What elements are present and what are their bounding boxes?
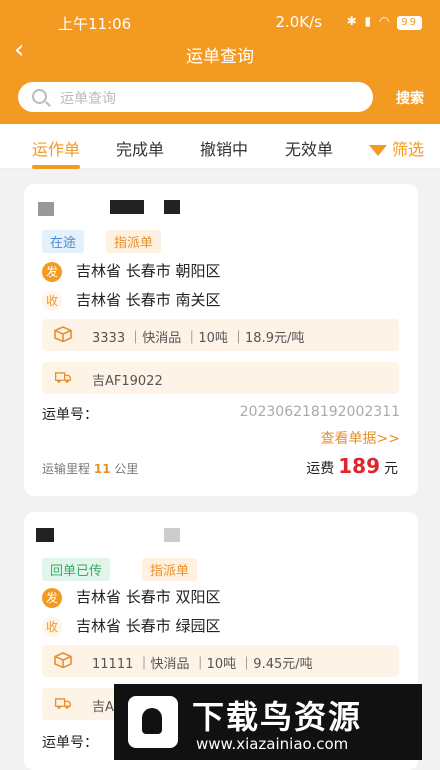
view-documents-link[interactable]: 查看单据>> [321,428,400,448]
filter-label: 筛选 [391,140,424,159]
origin-icon: 发 [42,261,62,282]
order-card[interactable]: 在途 指派单 发吉林省 长春市 朝阳区 收吉林省 长春市 南关区 3333 ｜快… [24,184,418,496]
status-badge: 回单已传 [42,558,111,581]
wifi-icon: ◠ [378,14,392,28]
filter-button[interactable]: 筛选 [368,136,424,160]
fee-unit: 元 [384,461,398,477]
assign-badge: 指派单 [142,558,198,581]
status-bar: 上午11:06 2.0K/s ✱ ▮ ◠ 99 [0,8,440,33]
mileage-label: 运输里程 [42,462,91,476]
bird-logo-icon [128,696,178,748]
nav-bar: ‹ 运单查询 [0,36,440,67]
destination-row: 收吉林省 长春市 南关区 [42,289,221,311]
redacted-block [164,528,180,542]
assign-badge: 指派单 [106,230,162,253]
bluetooth-icon: ✱ [346,14,359,28]
goods-info: 11111 ｜快消品 ｜10吨 ｜9.45元/吨 [92,657,313,672]
page-title: 运单查询 [186,47,254,67]
mileage-value: 11 [93,462,111,476]
truck-icon [54,698,72,709]
fee: 运费 189 元 [306,454,398,478]
watermark-url: www.xiazainiao.com [196,735,349,753]
watermark-title: 下载鸟资源 [192,698,363,736]
status-icons: ✱ ▮ ◠ 99 [347,14,422,30]
funnel-icon [368,145,387,156]
redacted-block [164,200,180,214]
search-input[interactable]: 运单查询 [18,82,373,112]
tab-completed[interactable]: 完成单 [116,136,164,160]
fee-value: 189 [338,454,380,478]
tab-invalid[interactable]: 无效单 [285,136,333,160]
waybill-label: 运单号： [42,407,98,423]
origin-address: 吉林省 长春市 双阳区 [76,588,221,606]
box-icon [54,652,72,668]
goods-row: 3333 ｜快消品 ｜10吨 ｜18.9元/吨 [42,319,399,351]
tab-cancelling[interactable]: 撤销中 [200,136,248,160]
origin-address: 吉林省 长春市 朝阳区 [76,262,221,280]
app-header: 上午11:06 2.0K/s ✱ ▮ ◠ 99 ‹ 运单查询 运单查询 搜索 [0,0,440,124]
box-icon [54,326,72,342]
battery-icon: 99 [397,16,422,30]
origin-row: 发吉林省 长春市 双阳区 [42,586,221,608]
destination-address: 吉林省 长春市 绿园区 [76,617,221,635]
search-button[interactable]: 搜索 [396,88,424,108]
watermark-logo: 下载鸟资源 www.xiazainiao.com [114,684,422,760]
network-speed: 2.0K/s [275,13,322,31]
destination-address: 吉林省 长春市 南关区 [76,291,221,309]
redacted-block [38,202,54,216]
status-tabs: 运作单 完成单 撤销中 无效单 筛选 [0,124,440,169]
status-badge: 在途 [42,230,85,253]
goods-row: 11111 ｜快消品 ｜10吨 ｜9.45元/吨 [42,645,399,677]
plate-number: 吉AF19022 [92,374,163,389]
redacted-block [36,528,54,542]
origin-row: 发吉林省 长春市 朝阳区 [42,260,221,282]
search-icon [32,89,47,104]
origin-icon: 发 [42,587,62,608]
status-time: 上午11:06 [58,15,132,33]
signal-icon: ▮ [364,14,374,28]
search-placeholder: 运单查询 [60,91,116,107]
fee-label: 运费 [306,461,335,477]
plate-number: 吉A [92,700,114,715]
redacted-block [110,200,144,214]
waybill-number: 20230621819200231​1 [239,404,400,420]
waybill-label: 运单号： [42,735,98,751]
destination-icon: 收 [42,616,62,637]
destination-row: 收吉林省 长春市 绿园区 [42,615,221,637]
goods-info: 3333 ｜快消品 ｜10吨 ｜18.9元/吨 [92,331,305,346]
tab-in-operation[interactable]: 运作单 [32,136,81,169]
mileage: 运输里程 11 公里 [42,460,138,477]
mileage-unit: 公里 [114,462,139,476]
destination-icon: 收 [42,290,62,311]
truck-icon [54,372,72,383]
vehicle-row: 吉AF19022 [42,362,399,394]
